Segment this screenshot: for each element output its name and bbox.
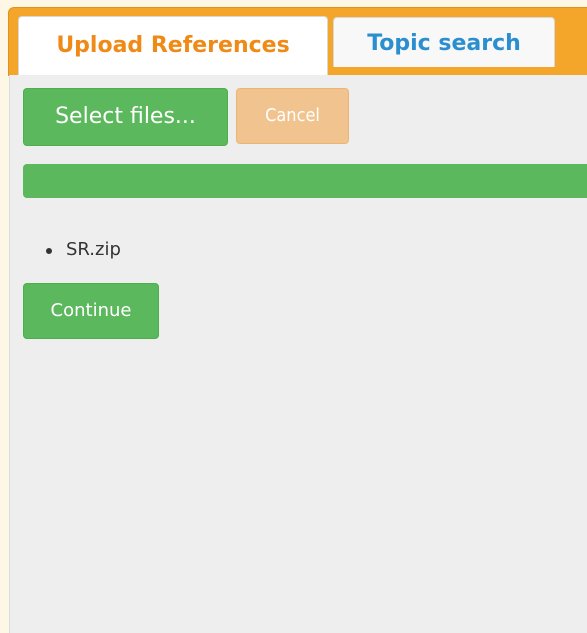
select-files-button[interactable]: Select files... — [23, 88, 228, 146]
file-list-item: SR.zip — [46, 235, 121, 265]
continue-button[interactable]: Continue — [23, 283, 159, 339]
file-name: SR.zip — [66, 239, 121, 260]
tab-bar: Upload References Topic search — [8, 7, 587, 77]
bullet-icon — [46, 248, 52, 254]
cancel-button[interactable]: Cancel — [236, 88, 349, 144]
tab-upload-references[interactable]: Upload References — [18, 16, 328, 77]
upload-panel: Select files... Cancel SR.zip Continue — [9, 75, 587, 633]
file-list: SR.zip — [46, 235, 121, 265]
tab-topic-search[interactable]: Topic search — [333, 17, 555, 67]
upload-progress-bar — [23, 164, 587, 198]
app-frame: Upload References Topic search Select fi… — [0, 0, 587, 633]
upload-progress-fill — [23, 164, 587, 198]
